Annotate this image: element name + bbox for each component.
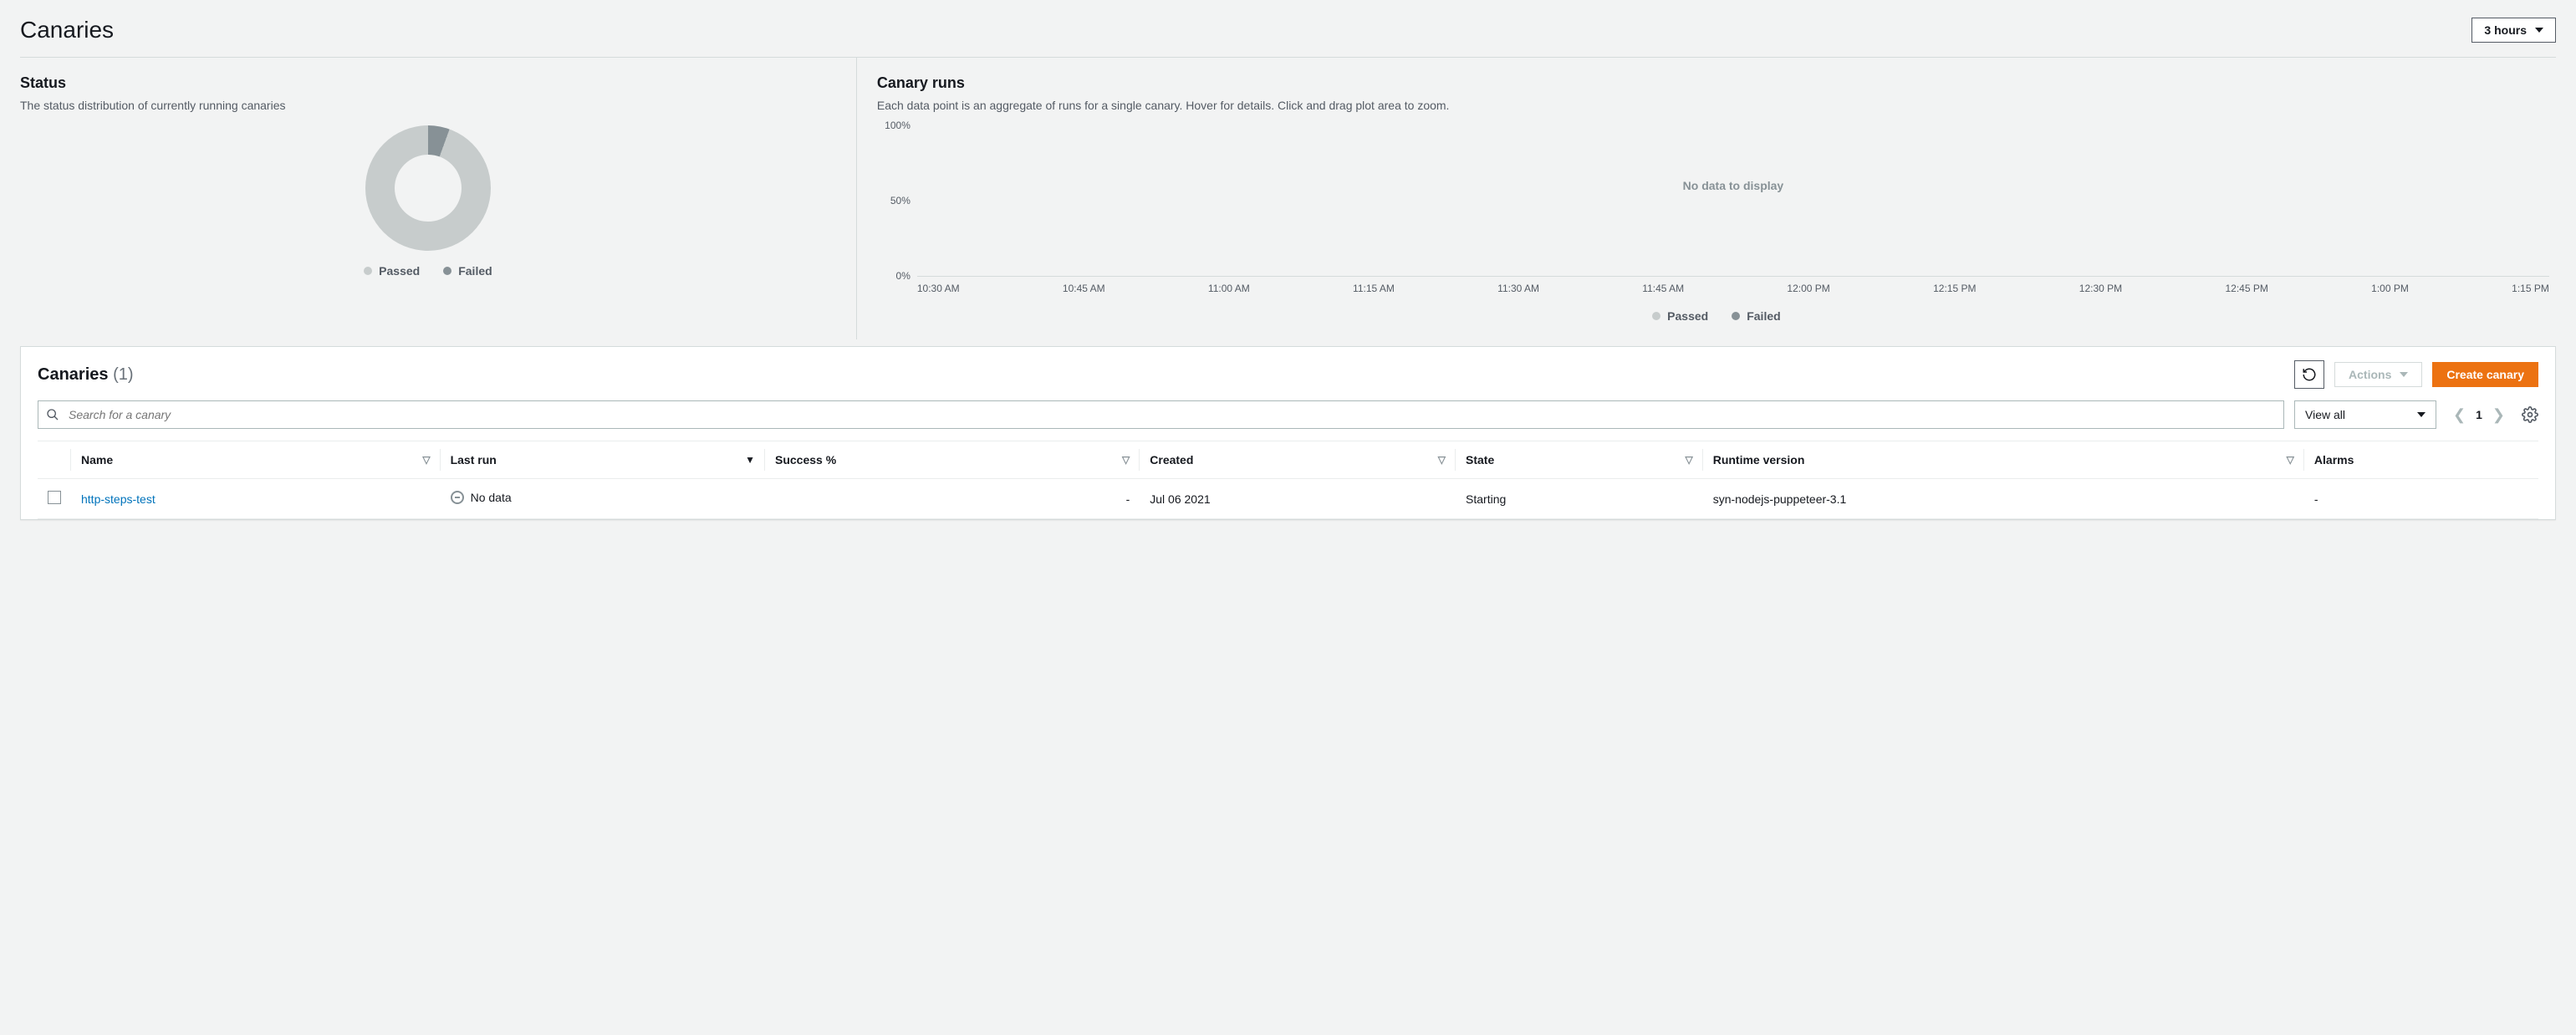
runs-panel: Canary runs Each data point is an aggreg… bbox=[857, 58, 2556, 339]
y-tick: 100% bbox=[877, 120, 911, 131]
col-success[interactable]: Success %▽ bbox=[765, 441, 1140, 479]
created-cell: Jul 06 2021 bbox=[1140, 479, 1456, 519]
dot-icon bbox=[1652, 312, 1660, 320]
pagination: ❮ 1 ❯ bbox=[2446, 406, 2512, 424]
dot-icon bbox=[1732, 312, 1740, 320]
canaries-table-card: Canaries (1) Actions Create canary bbox=[20, 346, 2556, 520]
col-last-run[interactable]: Last run▼ bbox=[441, 441, 765, 479]
y-tick: 50% bbox=[877, 195, 911, 206]
caret-down-icon bbox=[2535, 28, 2543, 33]
x-tick: 1:00 PM bbox=[2371, 283, 2409, 294]
prev-page-button[interactable]: ❮ bbox=[2453, 406, 2466, 424]
y-tick: 0% bbox=[877, 270, 911, 282]
canary-name-link[interactable]: http-steps-test bbox=[81, 492, 156, 506]
canaries-table: Name▽ Last run▼ Success %▽ Created▽ Stat… bbox=[38, 441, 2538, 519]
last-run-cell: No data bbox=[451, 491, 512, 504]
col-runtime[interactable]: Runtime version▽ bbox=[1703, 441, 2304, 479]
runs-subtitle: Each data point is an aggregate of runs … bbox=[877, 99, 2556, 112]
dot-icon bbox=[443, 267, 451, 275]
success-cell: - bbox=[765, 479, 1140, 519]
runs-legend: Passed Failed bbox=[877, 309, 2556, 323]
state-cell: Starting bbox=[1456, 479, 1703, 519]
row-checkbox[interactable] bbox=[48, 491, 61, 504]
settings-button[interactable] bbox=[2522, 406, 2538, 423]
x-tick: 11:30 AM bbox=[1497, 283, 1539, 294]
actions-label: Actions bbox=[2349, 368, 2391, 381]
x-tick: 12:00 PM bbox=[1787, 283, 1829, 294]
x-tick: 1:15 PM bbox=[2512, 283, 2549, 294]
create-label: Create canary bbox=[2446, 368, 2524, 381]
time-range-select[interactable]: 3 hours bbox=[2471, 18, 2556, 43]
dot-icon bbox=[364, 267, 372, 275]
caret-down-icon bbox=[2417, 412, 2426, 417]
status-donut-chart bbox=[365, 125, 491, 251]
status-legend: Passed Failed bbox=[364, 264, 492, 278]
filter-select[interactable]: View all bbox=[2294, 400, 2436, 429]
x-tick: 11:15 AM bbox=[1353, 283, 1395, 294]
col-name[interactable]: Name▽ bbox=[71, 441, 441, 479]
alarms-cell: - bbox=[2304, 479, 2538, 519]
runs-chart[interactable]: 100% 50% 0% No data to display bbox=[917, 125, 2549, 276]
legend-passed: Passed bbox=[1667, 309, 1708, 323]
search-icon bbox=[46, 408, 59, 421]
legend-passed: Passed bbox=[379, 264, 420, 278]
runtime-cell: syn-nodejs-puppeteer-3.1 bbox=[1703, 479, 2304, 519]
legend-failed: Failed bbox=[458, 264, 492, 278]
x-tick: 10:45 AM bbox=[1063, 283, 1105, 294]
filter-selected: View all bbox=[2305, 408, 2345, 421]
col-alarms[interactable]: Alarms bbox=[2304, 441, 2538, 479]
caret-down-icon bbox=[2400, 372, 2408, 377]
runs-title: Canary runs bbox=[877, 74, 2556, 92]
status-subtitle: The status distribution of currently run… bbox=[20, 99, 836, 112]
page-title: Canaries bbox=[20, 17, 114, 43]
col-state[interactable]: State▽ bbox=[1456, 441, 1703, 479]
create-canary-button[interactable]: Create canary bbox=[2432, 362, 2538, 387]
status-panel: Status The status distribution of curren… bbox=[20, 58, 857, 339]
time-range-label: 3 hours bbox=[2484, 23, 2527, 37]
no-data-icon bbox=[451, 491, 464, 504]
legend-failed: Failed bbox=[1747, 309, 1780, 323]
x-tick: 12:30 PM bbox=[2079, 283, 2122, 294]
x-tick: 12:45 PM bbox=[2225, 283, 2267, 294]
status-title: Status bbox=[20, 74, 836, 92]
x-tick: 10:30 AM bbox=[917, 283, 960, 294]
x-axis: 10:30 AM 10:45 AM 11:00 AM 11:15 AM 11:3… bbox=[917, 283, 2549, 294]
x-tick: 11:45 AM bbox=[1642, 283, 1684, 294]
actions-button[interactable]: Actions bbox=[2334, 362, 2422, 387]
page-number: 1 bbox=[2476, 408, 2482, 421]
table-title: Canaries (1) bbox=[38, 365, 134, 385]
gear-icon bbox=[2522, 406, 2538, 423]
col-checkbox bbox=[38, 441, 71, 479]
refresh-button[interactable] bbox=[2294, 360, 2324, 389]
col-created[interactable]: Created▽ bbox=[1140, 441, 1456, 479]
chart-no-data: No data to display bbox=[1683, 179, 1784, 192]
next-page-button[interactable]: ❯ bbox=[2492, 406, 2505, 424]
search-input[interactable] bbox=[38, 400, 2284, 429]
x-tick: 12:15 PM bbox=[1933, 283, 1976, 294]
table-count: (1) bbox=[113, 365, 133, 384]
x-tick: 11:00 AM bbox=[1208, 283, 1250, 294]
table-row: http-steps-test No data - Jul 06 2021 St… bbox=[38, 479, 2538, 519]
refresh-icon bbox=[2302, 367, 2317, 382]
